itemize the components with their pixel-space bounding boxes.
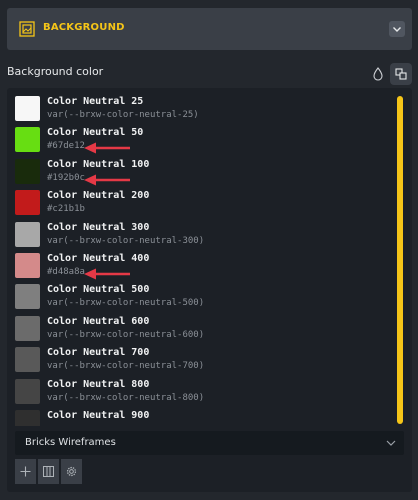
image-frame-icon: [19, 21, 35, 37]
color-value: #67de12: [47, 141, 85, 152]
color-swatch: [15, 315, 40, 341]
color-name: Color Neutral 100: [47, 158, 150, 170]
color-value: var(--brxw-color-neutral-300): [47, 235, 205, 246]
background-color-label: Background color: [7, 65, 104, 78]
color-item[interactable]: Color Neutral 25 var(--brxw-color-neutral…: [15, 93, 375, 121]
color-item[interactable]: Color Neutral 800 var(--brxw-color-neutra…: [15, 376, 375, 404]
gear-icon: [66, 466, 77, 477]
color-item[interactable]: Color Neutral 900: [15, 407, 375, 426]
color-value: var(--brxw-color-neutral-800): [47, 392, 205, 403]
color-value: var(--brxw-color-neutral-600): [47, 329, 205, 340]
color-value: #192b0c: [47, 172, 85, 183]
palette-tools: [15, 459, 82, 484]
color-swatch: [15, 378, 40, 404]
annotation-arrow-icon: [84, 174, 130, 186]
color-name: Color Neutral 600: [47, 315, 150, 327]
color-swatch: [15, 127, 40, 153]
color-value: #d48a8a: [47, 267, 85, 277]
color-name: Color Neutral 400: [47, 253, 150, 264]
color-name: Color Neutral 200: [47, 190, 150, 202]
color-item[interactable]: Color Neutral 300 var(--brxw-color-neutra…: [15, 219, 375, 247]
color-item[interactable]: Color Neutral 600 var(--brxw-color-neutra…: [15, 313, 375, 341]
annotation-arrow-icon: [84, 268, 130, 280]
color-name: Color Neutral 800: [47, 378, 150, 390]
add-icon: [20, 466, 31, 477]
variables-icon: [395, 68, 407, 80]
color-item[interactable]: Color Neutral 400 #d48a8a: [15, 250, 375, 278]
add-color-button[interactable]: [15, 459, 36, 484]
color-value: #c21b1b: [47, 204, 85, 215]
color-value: var(--brxw-color-neutral-500): [47, 298, 205, 309]
color-swatch: [15, 410, 40, 426]
grid-view-icon: [43, 466, 54, 477]
color-swatch: [15, 253, 40, 278]
drop-icon[interactable]: [372, 67, 384, 81]
color-value: var(--brxw-color-neutral-25): [47, 110, 199, 120]
color-name: Color Neutral 700: [47, 347, 150, 359]
color-picker-panel: Color Neutral 25 var(--brxw-color-neutral…: [7, 88, 412, 492]
palette-select-value: Bricks Wireframes: [25, 437, 116, 448]
color-item[interactable]: Color Neutral 50 #67de12: [15, 124, 375, 153]
grid-view-button[interactable]: [38, 459, 59, 484]
color-value: var(--brxw-color-neutral-700): [47, 361, 205, 372]
color-name: Color Neutral 25: [47, 96, 144, 107]
chevron-down-icon: [386, 440, 396, 446]
color-name: Color Neutral 300: [47, 221, 150, 233]
color-name: Color Neutral 900: [47, 410, 150, 421]
scrollbar[interactable]: [397, 96, 403, 424]
color-item[interactable]: Color Neutral 500 var(--brxw-color-neutra…: [15, 281, 375, 310]
color-item[interactable]: Color Neutral 700 var(--brxw-color-neutra…: [15, 344, 375, 373]
color-name: Color Neutral 50: [47, 127, 144, 139]
variables-button[interactable]: [390, 63, 412, 85]
color-name: Color Neutral 500: [47, 284, 150, 296]
chevron-down-icon: [393, 27, 401, 32]
settings-button[interactable]: [61, 459, 82, 484]
collapse-button[interactable]: [389, 21, 405, 37]
section-title: BACKGROUND: [43, 22, 125, 33]
color-item[interactable]: Color Neutral 200 #c21b1b: [15, 187, 375, 216]
color-list[interactable]: Color Neutral 25 var(--brxw-color-neutral…: [7, 88, 387, 426]
palette-select[interactable]: Bricks Wireframes: [15, 431, 404, 455]
color-item[interactable]: Color Neutral 100 #192b0c: [15, 156, 375, 184]
color-swatch: [15, 158, 40, 184]
background-section-header[interactable]: BACKGROUND: [7, 8, 412, 50]
annotation-arrow-icon: [84, 142, 130, 154]
color-swatch: [15, 190, 40, 216]
color-swatch: [15, 221, 40, 247]
color-swatch: [15, 284, 40, 310]
color-swatch: [15, 347, 40, 373]
color-swatch: [15, 96, 40, 121]
